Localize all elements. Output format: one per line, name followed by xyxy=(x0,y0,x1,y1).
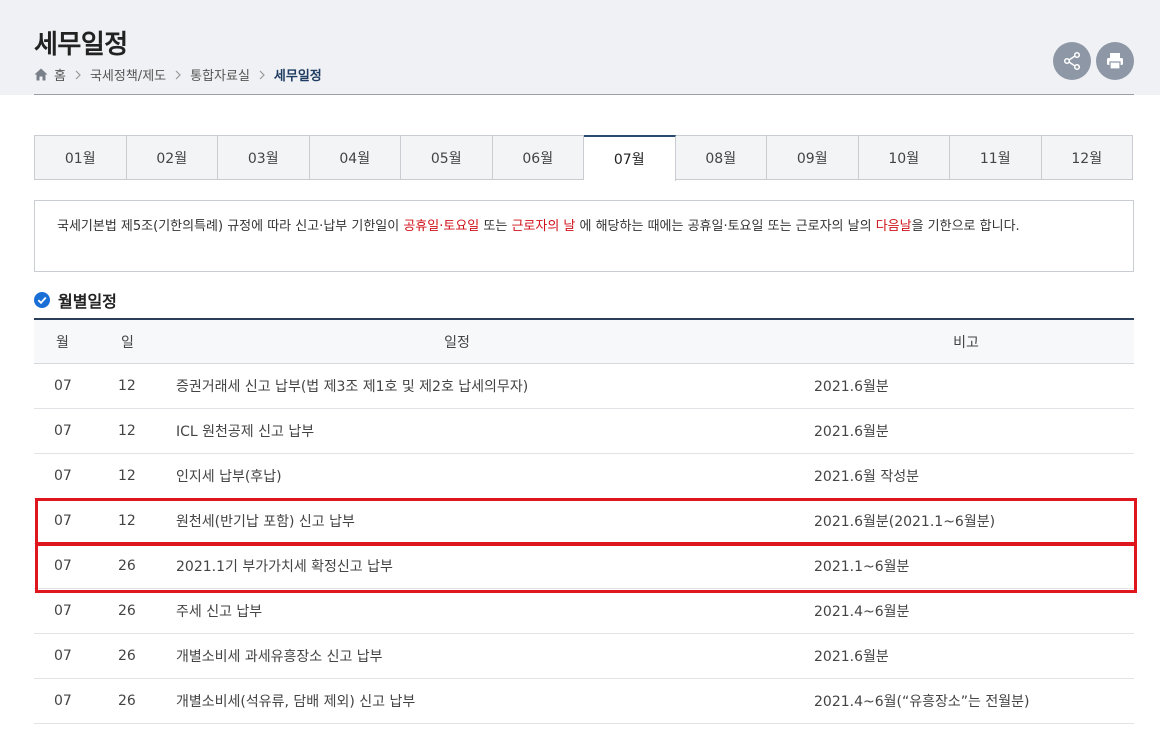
tab-month-09[interactable]: 09월 xyxy=(767,136,859,179)
cell-month: 07 xyxy=(54,423,72,439)
table-row: 07 26 2021.1기 부가가치세 확정신고 납부 2021.1~6월분 xyxy=(34,544,1134,589)
tab-month-12[interactable]: 12월 xyxy=(1042,136,1133,179)
cell-note: 2021.1~6월분 xyxy=(814,559,910,575)
notice-highlight-next-day: 다음날 xyxy=(875,219,912,234)
cell-day: 26 xyxy=(118,558,136,574)
table-row: 07 26 주세 신고 납부 2021.4~6월분 xyxy=(34,589,1134,634)
cell-month: 07 xyxy=(54,513,72,529)
cell-month: 07 xyxy=(54,468,72,484)
cell-event: 2021.1기 부가가치세 확정신고 납부 xyxy=(176,559,393,575)
home-icon[interactable] xyxy=(34,68,48,81)
deadline-notice: 국세기본법 제5조(기한의특례) 규정에 따라 신고·납부 기한일이 공휴일·토… xyxy=(34,200,1134,272)
section-title: 월별일정 xyxy=(34,288,117,312)
table-row: 07 12 원천세(반기납 포함) 신고 납부 2021.6월분(2021.1~6월분… xyxy=(34,499,1134,544)
breadcrumb: 홈 국세정책/제도 통합자료실 세무일정 xyxy=(34,65,322,84)
table-row: 07 12 ICL 원천공제 신고 납부 2021.6월분 xyxy=(34,409,1134,454)
notice-highlight-holiday: 공휴일·토요일 xyxy=(403,219,480,234)
cell-month: 07 xyxy=(54,558,72,574)
cell-note: 2021.6월분 xyxy=(814,649,889,665)
cell-month: 07 xyxy=(54,603,72,619)
cell-event: 원천세(반기납 포함) 신고 납부 xyxy=(176,514,355,530)
cell-day: 12 xyxy=(118,468,136,484)
tab-month-04[interactable]: 04월 xyxy=(310,136,401,179)
notice-text: 국세기본법 제5조(기한의특례) 규정에 따라 신고·납부 기한일이 xyxy=(57,219,404,234)
breadcrumb-home[interactable]: 홈 xyxy=(54,65,66,84)
notice-text: 또는 xyxy=(479,219,512,234)
tab-month-11[interactable]: 11월 xyxy=(950,136,1042,179)
tab-month-05[interactable]: 05월 xyxy=(401,136,493,179)
notice-text: 에 해당하는 때에는 공휴일·토요일 또는 근로자의 날의 xyxy=(575,219,876,234)
chevron-right-icon xyxy=(259,70,265,80)
cell-event: 개별소비세 과세유흥장소 신고 납부 xyxy=(176,649,383,665)
schedule-table: 월 일 일정 비고 07 12 증권거래세 신고 납부(법 제3조 제1호 및 제2… xyxy=(34,318,1134,724)
cell-event: 증권거래세 신고 납부(법 제3조 제1호 및 제2호 납세의무자) xyxy=(176,379,529,395)
table-row: 07 12 인지세 납부(후납) 2021.6월 작성분 xyxy=(34,454,1134,499)
breadcrumb-tax-policy[interactable]: 국세정책/제도 xyxy=(90,65,166,84)
table-body: 07 12 증권거래세 신고 납부(법 제3조 제1호 및 제2호 납세의무자) 20… xyxy=(34,364,1134,724)
cell-day: 26 xyxy=(118,603,136,619)
share-icon xyxy=(1063,51,1081,71)
tab-month-03[interactable]: 03월 xyxy=(218,136,310,179)
chevron-right-icon xyxy=(75,70,81,80)
cell-day: 12 xyxy=(118,423,136,439)
cell-month: 07 xyxy=(54,648,72,664)
print-button[interactable] xyxy=(1096,42,1134,80)
tab-month-10[interactable]: 10월 xyxy=(859,136,950,179)
header-month: 월 xyxy=(56,334,69,351)
tab-month-08[interactable]: 08월 xyxy=(676,136,767,179)
cell-note: 2021.6월분 xyxy=(814,379,889,395)
table-header: 월 일 일정 비고 xyxy=(34,318,1134,364)
share-button[interactable] xyxy=(1053,42,1091,80)
cell-note: 2021.6월분 xyxy=(814,424,889,440)
header-day: 일 xyxy=(121,334,134,351)
table-row: 07 26 개별소비세(석유류, 담배 제외) 신고 납부 2021.4~6월(“유흥… xyxy=(34,679,1134,724)
header-note: 비고 xyxy=(953,334,979,351)
tab-month-07[interactable]: 07월 xyxy=(584,135,676,181)
cell-note: 2021.4~6월분 xyxy=(814,604,910,620)
section-title-label: 월별일정 xyxy=(58,292,117,311)
tab-month-01[interactable]: 01월 xyxy=(35,136,127,179)
cell-day: 12 xyxy=(118,378,136,394)
cell-event: ICL 원천공제 신고 납부 xyxy=(176,424,315,440)
cell-month: 07 xyxy=(54,693,72,709)
cell-month: 07 xyxy=(54,378,72,394)
header-divider xyxy=(34,94,1134,95)
tab-month-02[interactable]: 02월 xyxy=(127,136,218,179)
table-row: 07 12 증권거래세 신고 납부(법 제3조 제1호 및 제2호 납세의무자) 20… xyxy=(34,364,1134,409)
header-event: 일정 xyxy=(444,334,470,351)
check-circle-icon xyxy=(34,292,50,308)
breadcrumb-archive[interactable]: 통합자료실 xyxy=(190,65,250,84)
month-tabs: 01월 02월 03월 04월 05월 06월 07월 08월 09월 10월 … xyxy=(34,135,1133,181)
cell-event: 주세 신고 납부 xyxy=(176,604,263,620)
cell-note: 2021.6월분(2021.1~6월분) xyxy=(814,514,996,530)
page-title: 세무일정 xyxy=(34,30,128,60)
cell-day: 12 xyxy=(118,513,136,529)
chevron-right-icon xyxy=(175,70,181,80)
notice-highlight-workers-day: 근로자의 날 xyxy=(511,219,576,234)
cell-day: 26 xyxy=(118,693,136,709)
notice-text: 을 기한으로 합니다. xyxy=(911,219,1020,234)
table-row: 07 26 개별소비세 과세유흥장소 신고 납부 2021.6월분 xyxy=(34,634,1134,679)
tab-month-06[interactable]: 06월 xyxy=(493,136,584,179)
cell-day: 26 xyxy=(118,648,136,664)
cell-note: 2021.4~6월(“유흥장소”는 전월분) xyxy=(814,694,1030,710)
cell-note: 2021.6월 작성분 xyxy=(814,469,919,485)
cell-event: 개별소비세(석유류, 담배 제외) 신고 납부 xyxy=(176,694,416,710)
breadcrumb-current: 세무일정 xyxy=(273,69,322,84)
printer-icon xyxy=(1107,53,1123,70)
cell-event: 인지세 납부(후납) xyxy=(176,469,282,485)
